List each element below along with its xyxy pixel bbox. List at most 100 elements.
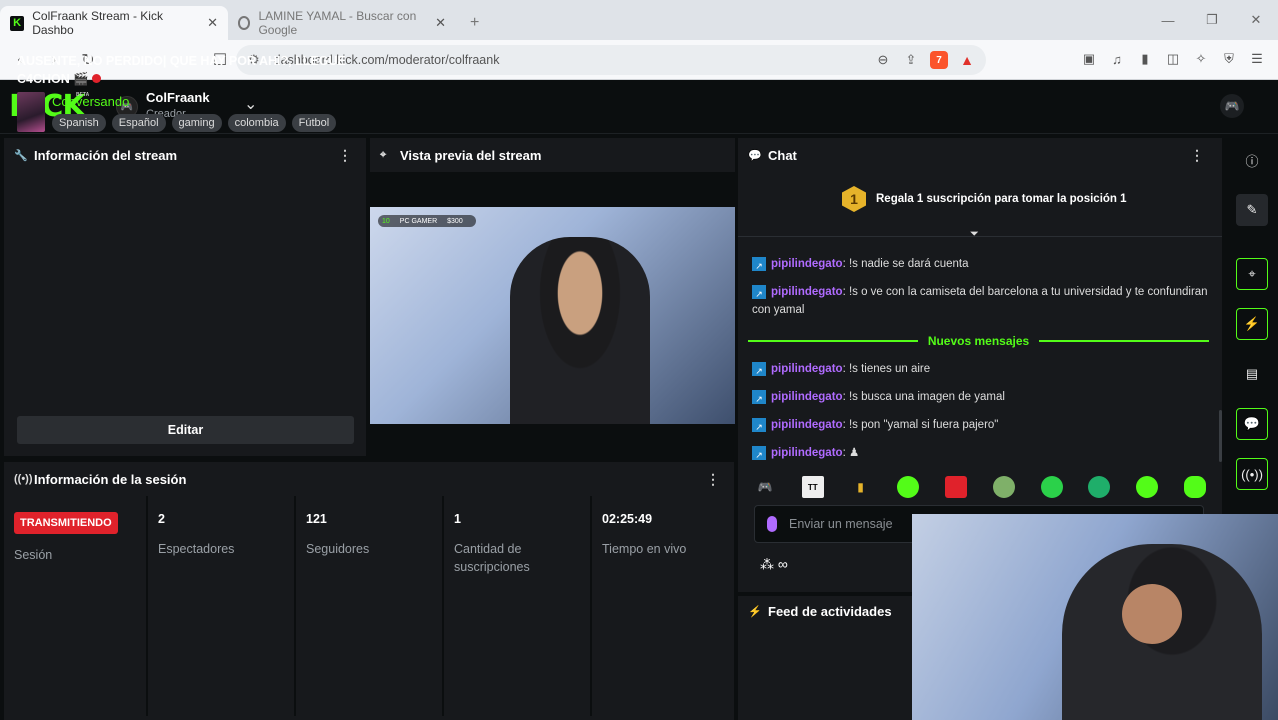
stat-live-time: 02:25:49 Tiempo en vivo xyxy=(592,496,734,716)
emote-skull-icon[interactable] xyxy=(992,476,1015,498)
emote-figure-icon[interactable]: ▮ xyxy=(850,476,872,498)
emote-controller-icon[interactable]: 🎮 xyxy=(754,476,776,498)
zoom-icon[interactable]: ⊖ xyxy=(874,51,892,69)
chat-messages: ↗ pipilindegato: !s nadie se dará cuenta … xyxy=(752,255,1212,329)
new-tab-button[interactable]: + xyxy=(456,6,493,40)
activity-toggle-icon[interactable]: ⚡ xyxy=(1236,308,1268,340)
edit-stream-button[interactable]: Editar xyxy=(17,416,354,444)
edit-layout-icon[interactable]: ✎ xyxy=(1236,194,1268,226)
wrench-icon: 🔧 xyxy=(14,149,28,162)
panel-title: Información de la sesión xyxy=(34,471,187,487)
channel-switcher-chevron-icon[interactable]: ⌄ xyxy=(244,94,257,114)
user-badge-icon: ↗ xyxy=(752,362,766,376)
chat-toggle-icon[interactable]: 💬 xyxy=(1236,408,1268,440)
reader-mode-icon[interactable]: ▣ xyxy=(1080,50,1098,68)
tag-list: Spanish Español gaming colombia Fútbol xyxy=(52,114,337,132)
sidebar-icon[interactable]: ▮ xyxy=(1136,50,1154,68)
emote-text-icon[interactable]: TT xyxy=(801,476,824,498)
divider xyxy=(738,236,1222,237)
kick-favicon-icon: K xyxy=(10,15,25,31)
menu-icon[interactable]: ☰ xyxy=(1248,50,1266,68)
more-options-icon[interactable]: ⋮ xyxy=(1190,147,1204,164)
streamer-video-figure xyxy=(510,237,650,424)
tag: Fútbol xyxy=(291,114,337,132)
stat-viewers: 2 Espectadores xyxy=(148,496,296,716)
chat-scrollbar[interactable] xyxy=(1219,410,1222,462)
emote-green-cup-icon[interactable] xyxy=(897,476,920,498)
tag: gaming xyxy=(171,114,222,132)
category-thumbnail[interactable] xyxy=(17,92,45,132)
more-options-icon[interactable]: ⋮ xyxy=(338,147,352,164)
chat-message: ↗ pipilindegato: !s busca una imagen de y… xyxy=(752,388,1212,406)
browser-tab-google[interactable]: LAMINE YAMAL - Buscar con Google ✕ xyxy=(228,6,456,40)
stat-followers: 121 Seguidores xyxy=(296,496,444,716)
broadcast-icon: ((•)) xyxy=(14,473,33,485)
stat-subscriptions: 1 Cantidad de suscripciones xyxy=(444,496,592,716)
stream-preview-header: ⌖ Vista previa del stream xyxy=(370,138,735,172)
close-tab-icon[interactable]: ✕ xyxy=(207,15,218,31)
brave-rewards-icon[interactable]: ▲ xyxy=(958,51,976,69)
stat-label: Espectadores xyxy=(158,542,235,556)
user-badge-icon: ↗ xyxy=(752,285,766,299)
user-badge-icon: ↗ xyxy=(752,446,766,460)
panel-title: Feed de actividades xyxy=(768,603,892,619)
collapse-pinned-icon[interactable]: ⏷ xyxy=(970,228,979,241)
share-icon[interactable]: ⇪ xyxy=(902,51,920,69)
chat-username[interactable]: pipilindegato xyxy=(771,286,843,298)
lightning-icon: ⚡ xyxy=(748,605,762,618)
chat-username[interactable]: pipilindegato xyxy=(771,419,843,431)
close-tab-icon[interactable]: ✕ xyxy=(435,15,446,31)
window-close-icon[interactable]: ✕ xyxy=(1234,12,1278,28)
emote-green-skull-icon[interactable] xyxy=(1088,476,1111,498)
stat-label: Seguidores xyxy=(306,542,370,556)
browser-toolbar: ▣ ♫ ▮ ◫ ✧ ⛨ ☰ xyxy=(1080,50,1266,68)
infinity-icon: ∞ xyxy=(777,556,788,572)
browser-tab-bar: K ColFraank Stream - Kick Dashbo ✕ LAMIN… xyxy=(0,0,1278,40)
window-controls: — ❐ ✕ xyxy=(1146,0,1278,40)
chat-text: !s pon "yamal si fuera pajero" xyxy=(848,419,999,431)
browser-tab-kick[interactable]: K ColFraank Stream - Kick Dashbo ✕ xyxy=(0,6,228,40)
more-options-icon[interactable]: ⋮ xyxy=(706,471,720,488)
category-link[interactable]: Conversando xyxy=(52,94,129,109)
chat-username[interactable]: pipilindegato xyxy=(771,447,843,459)
stat-value: 2 xyxy=(158,512,165,526)
notes-icon[interactable]: ▤ xyxy=(1236,358,1268,390)
preview-toggle-icon[interactable]: ⌖ xyxy=(1236,258,1268,290)
url-field[interactable]: ⚙ dashboard.kick.com/moderator/colfraank… xyxy=(236,45,986,75)
live-dot-icon xyxy=(91,74,101,83)
emote-red-face-icon[interactable] xyxy=(945,476,968,498)
divider-line xyxy=(748,340,918,342)
chat-message: ↗ pipilindegato: !s o ve con la camiseta … xyxy=(752,285,1208,316)
leo-ai-icon[interactable]: ✧ xyxy=(1192,50,1210,68)
session-info-header: ((•)) Información de la sesión ⋮ xyxy=(4,462,734,496)
chat-text: !s nadie se dará cuenta xyxy=(848,258,969,270)
overlay-right-text: $300 xyxy=(447,217,463,225)
emote-kick-icon[interactable] xyxy=(1183,476,1206,498)
user-avatar[interactable]: 🎮 xyxy=(1220,94,1244,118)
stat-value: 121 xyxy=(306,512,327,526)
info-icon[interactable]: ⓘ xyxy=(1236,144,1268,176)
webcam-face-figure xyxy=(1122,584,1182,644)
chat-text: !s tienes un aire xyxy=(848,363,931,375)
kick-emote-picker-icon[interactable] xyxy=(767,516,777,532)
gift-sub-promo[interactable]: 1 Regala 1 suscripción para tomar la pos… xyxy=(842,186,1127,212)
chat-settings[interactable]: ⁂ ∞ xyxy=(760,556,788,573)
webcam-overlay xyxy=(912,514,1278,720)
emote-green-blob-icon[interactable] xyxy=(1040,476,1063,498)
session-toggle-icon[interactable]: ((•)) xyxy=(1236,458,1268,490)
divider-line xyxy=(1039,340,1210,342)
stream-preview-video[interactable]: 10 PC GAMER $300 xyxy=(370,207,735,424)
wallet-icon[interactable]: ◫ xyxy=(1164,50,1182,68)
stat-label: Cantidad de suscripciones xyxy=(454,542,530,574)
minimize-icon[interactable]: — xyxy=(1146,13,1190,28)
media-icon[interactable]: ♫ xyxy=(1108,50,1126,68)
brave-shields-icon[interactable]: 7 xyxy=(930,51,948,69)
vpn-icon[interactable]: ⛨ xyxy=(1220,50,1238,68)
chat-username[interactable]: pipilindegato xyxy=(771,391,843,403)
chat-username[interactable]: pipilindegato xyxy=(771,258,843,270)
emote-green-ghost-icon[interactable] xyxy=(1136,476,1159,498)
live-badge: TRANSMITIENDO xyxy=(14,512,118,534)
chat-text: !s busca una imagen de yamal xyxy=(848,391,1005,403)
chat-username[interactable]: pipilindegato xyxy=(771,363,843,375)
restore-icon[interactable]: ❐ xyxy=(1190,12,1234,28)
